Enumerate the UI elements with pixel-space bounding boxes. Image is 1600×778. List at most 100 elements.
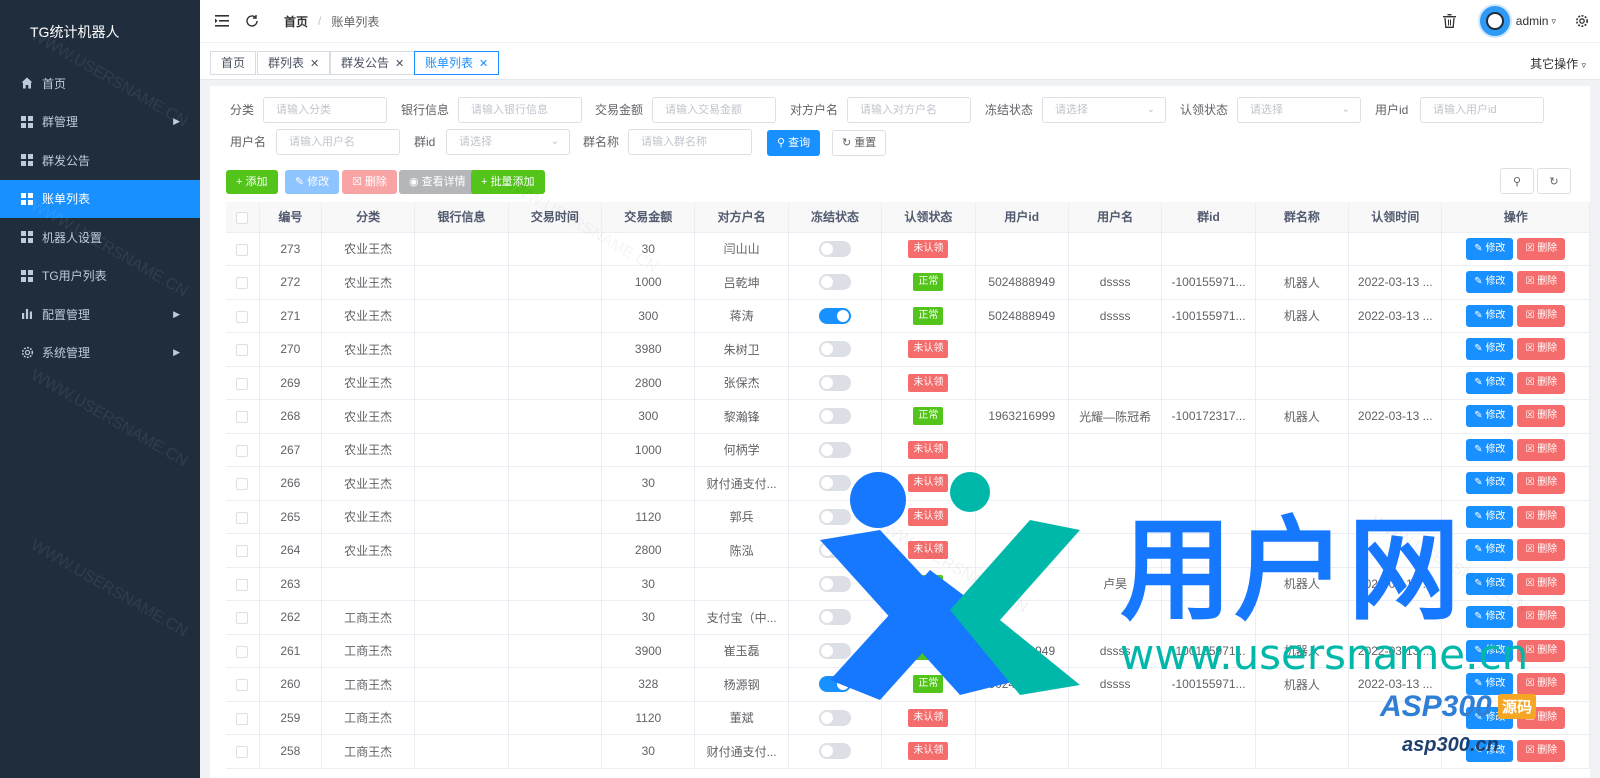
toggle-search-button[interactable]: ⚲ <box>1500 168 1534 194</box>
row-checkbox-cell[interactable] <box>226 533 260 568</box>
freeze-toggle[interactable] <box>819 274 852 291</box>
freeze-toggle[interactable] <box>819 709 852 726</box>
table-row[interactable]: 272 农业王杰 1000 吕乾坤 正常 5024888949 dssss -10015597… <box>226 265 1590 300</box>
row-checkbox-cell[interactable] <box>226 634 260 668</box>
row-delete-button[interactable]: ☒ 删除 <box>1517 338 1566 361</box>
amount-input[interactable] <box>652 97 776 123</box>
close-icon[interactable]: ✕ <box>395 58 404 70</box>
row-delete-button[interactable]: ☒ 删除 <box>1517 371 1566 394</box>
row-edit-button[interactable]: ✎ 修改 <box>1466 304 1514 327</box>
tag-broadcast[interactable]: 群发公告 ✕ <box>330 51 416 75</box>
row-delete-button[interactable]: ☒ 删除 <box>1517 304 1566 327</box>
counterparty-input[interactable] <box>847 97 971 123</box>
table-row[interactable]: 269 农业王杰 2800 张保杰 未认领 ✎ 修改 ☒ 删除 <box>226 366 1590 400</box>
row-checkbox-cell[interactable] <box>226 332 260 367</box>
freeze-toggle[interactable] <box>819 475 852 492</box>
checkbox[interactable] <box>236 645 249 658</box>
edit-button[interactable]: ✎ 修改 <box>285 170 340 194</box>
avatar[interactable] <box>1477 4 1512 38</box>
row-edit-button[interactable]: ✎ 修改 <box>1466 505 1514 528</box>
trash-icon[interactable] <box>1442 13 1458 29</box>
bank-input[interactable] <box>458 97 582 123</box>
refresh-table-button[interactable]: ↻ <box>1537 168 1571 194</box>
tag-home[interactable]: 首页 <box>210 51 257 75</box>
row-delete-button[interactable]: ☒ 删除 <box>1517 237 1566 260</box>
row-checkbox-cell[interactable] <box>226 433 260 467</box>
gear-icon[interactable] <box>1574 13 1590 29</box>
username-input[interactable] <box>276 129 400 155</box>
row-edit-button[interactable]: ✎ 修改 <box>1466 472 1514 495</box>
checkbox[interactable] <box>236 377 249 390</box>
freeze-toggle[interactable] <box>819 307 852 324</box>
freeze-toggle[interactable] <box>819 642 852 659</box>
freeze-toggle[interactable] <box>819 575 852 592</box>
table-row[interactable]: 273 农业王杰 30 闫山山 未认领 ✎ 修改 ☒ 删除 <box>226 232 1590 266</box>
table-row[interactable]: 266 农业王杰 30 财付通支付... 未认领 ✎ 修改 ☒ 删除 <box>226 466 1590 501</box>
checkbox[interactable] <box>236 712 249 725</box>
freeze-toggle[interactable] <box>819 609 852 626</box>
row-delete-button[interactable]: ☒ 删除 <box>1517 405 1566 428</box>
row-delete-button[interactable]: ☒ 删除 <box>1517 438 1566 461</box>
select-all-checkbox[interactable] <box>226 202 260 233</box>
groupname-input[interactable] <box>628 129 752 155</box>
row-checkbox-cell[interactable] <box>226 734 260 769</box>
search-button[interactable]: ⚲ 查询 <box>767 130 821 156</box>
userid-input[interactable] <box>1420 97 1544 123</box>
table-row[interactable]: 268 农业王杰 300 黎瀚锋 正常 1963216999 光耀—陈冠希 -10017231… <box>226 399 1590 434</box>
freeze-toggle[interactable] <box>819 374 852 391</box>
category-input[interactable] <box>263 97 387 123</box>
freeze-toggle[interactable] <box>819 542 852 559</box>
hamburger-icon[interactable] <box>214 13 230 29</box>
sidebar-item[interactable]: 系统管理 ▶ <box>0 334 200 373</box>
checkbox[interactable] <box>236 310 249 323</box>
checkbox[interactable] <box>236 746 249 759</box>
checkbox[interactable] <box>236 344 249 357</box>
row-delete-button[interactable]: ☒ 删除 <box>1517 472 1566 495</box>
checkbox[interactable] <box>236 411 249 424</box>
close-icon[interactable]: ✕ <box>310 58 319 70</box>
row-delete-button[interactable]: ☒ 删除 <box>1517 606 1566 629</box>
row-checkbox-cell[interactable] <box>226 667 260 702</box>
refresh-icon[interactable] <box>244 13 260 29</box>
row-checkbox-cell[interactable] <box>226 500 260 534</box>
checkbox[interactable] <box>236 511 249 524</box>
freeze-toggle[interactable] <box>819 508 852 525</box>
other-operations-dropdown[interactable]: 其它操作 ▿ <box>1530 55 1586 72</box>
row-delete-button[interactable]: ☒ 删除 <box>1517 271 1566 294</box>
row-edit-button[interactable]: ✎ 修改 <box>1466 271 1514 294</box>
row-checkbox-cell[interactable] <box>226 567 260 601</box>
row-checkbox-cell[interactable] <box>226 232 260 266</box>
close-icon[interactable]: ✕ <box>479 58 488 70</box>
sidebar-item[interactable]: 首页 <box>0 64 200 103</box>
checkbox[interactable] <box>236 444 249 457</box>
delete-button[interactable]: ☒ 删除 <box>342 170 397 194</box>
user-name[interactable]: admin <box>1516 14 1549 28</box>
row-edit-button[interactable]: ✎ 修改 <box>1466 237 1514 260</box>
view-detail-button[interactable]: ◉ 查看详情 <box>399 170 476 194</box>
table-row[interactable]: 267 农业王杰 1000 何柄学 未认领 ✎ 修改 ☒ 删除 <box>226 433 1590 467</box>
freeze-toggle[interactable] <box>819 341 852 358</box>
freeze-toggle[interactable] <box>819 743 852 760</box>
sidebar-item[interactable]: 机器人设置 <box>0 218 200 257</box>
freeze-toggle[interactable] <box>819 240 852 257</box>
row-checkbox-cell[interactable] <box>226 265 260 300</box>
sidebar-item[interactable]: 群管理 ▶ <box>0 103 200 142</box>
sidebar-item[interactable]: 群发公告 <box>0 141 200 180</box>
row-edit-button[interactable]: ✎ 修改 <box>1466 639 1514 662</box>
groupid-select[interactable]: 请选择 ⌄ <box>446 129 570 155</box>
checkbox[interactable] <box>236 612 249 625</box>
table-row[interactable]: 265 农业王杰 1120 郭兵 未认领 ✎ 修改 ☒ 删除 <box>226 500 1590 534</box>
checkbox[interactable] <box>236 578 249 591</box>
row-edit-button[interactable]: ✎ 修改 <box>1466 371 1514 394</box>
freeze-toggle[interactable] <box>819 441 852 458</box>
row-checkbox-cell[interactable] <box>226 366 260 400</box>
table-row[interactable]: 261 工商王杰 3900 崔玉磊 正常 5024888949 dssss -10015597… <box>226 634 1590 668</box>
batch-add-button[interactable]: + 批量添加 <box>471 170 545 194</box>
chevron-down-icon[interactable]: ▿ <box>1551 16 1556 27</box>
row-delete-button[interactable]: ☒ 删除 <box>1517 539 1566 562</box>
checkbox[interactable] <box>236 243 249 256</box>
claim-status-select[interactable]: 请选择 ⌄ <box>1237 97 1361 123</box>
table-row[interactable]: 262 工商王杰 30 支付宝（中... 未认领 ✎ 修改 ☒ 删除 <box>226 600 1590 635</box>
table-row[interactable]: 270 农业王杰 3980 朱树卫 未认领 ✎ 修改 ☒ 删除 <box>226 332 1590 367</box>
freeze-toggle[interactable] <box>819 408 852 425</box>
